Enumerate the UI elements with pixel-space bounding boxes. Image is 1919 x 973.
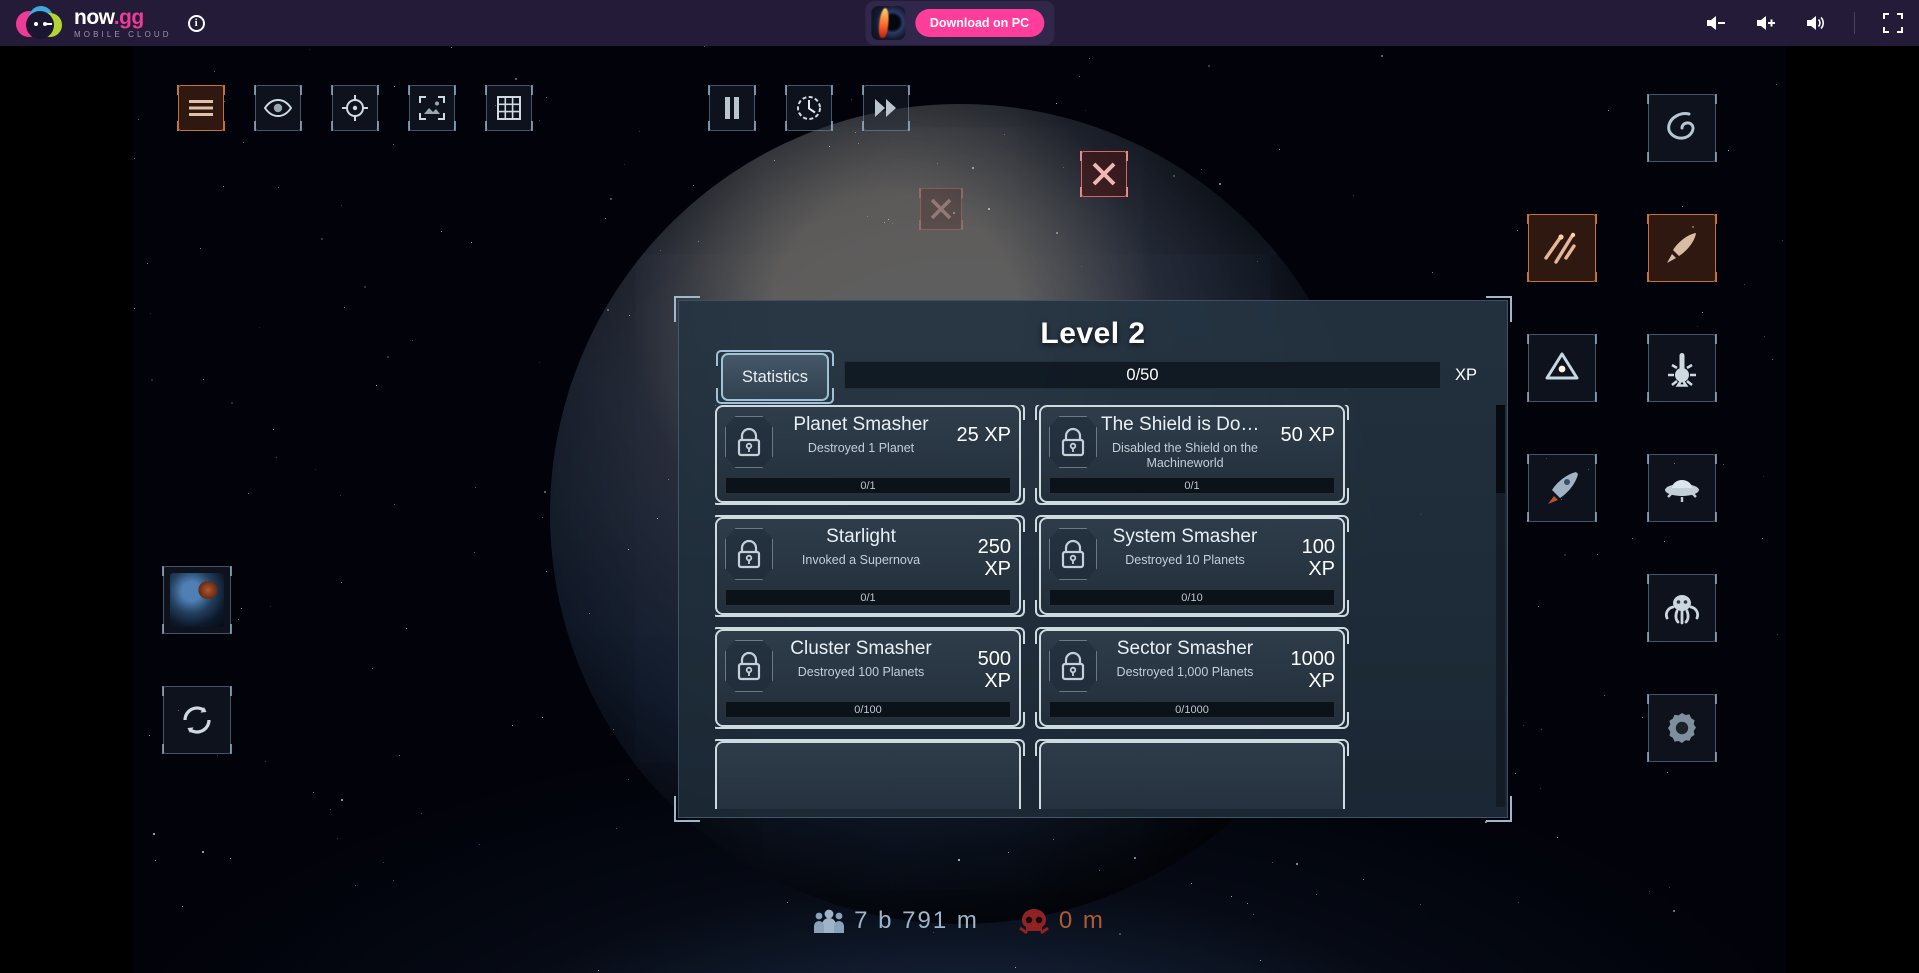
normal-speed-button[interactable] [785, 85, 833, 131]
visibility-button[interactable] [254, 85, 302, 131]
achievement-progress: 0/1 [725, 589, 1011, 606]
restart-button[interactable] [162, 686, 232, 754]
xp-progress-bar: 0/50 [844, 361, 1441, 389]
achievement-card[interactable]: Cluster Smasher Destroyed 100 Planets 500 … [715, 627, 1025, 729]
corner-bracket-bl [674, 796, 700, 822]
page-title: Level 2 [1040, 317, 1146, 350]
achievement-xp: 25 XP [956, 424, 1011, 446]
toolbar-divider [1854, 12, 1855, 34]
achievement-name: The Shield is Down! [1101, 414, 1269, 435]
population-icon [814, 909, 845, 933]
achievement-description: Disabled the Shield on the Machineworld [1112, 440, 1258, 471]
achievement-description: Destroyed 100 Planets [797, 664, 925, 679]
achievement-name: System Smasher [1112, 526, 1258, 547]
achievement-xp: 500 XP [977, 648, 1011, 692]
lock-icon [1049, 528, 1097, 580]
menu-button[interactable] [177, 85, 225, 131]
achievement-xp: 1000 XP [1290, 648, 1336, 692]
deaths-value: 0 m [1058, 907, 1105, 934]
achievement-description: Invoked a Supernova [801, 552, 921, 567]
achievement-progress: 0/100 [725, 701, 1011, 718]
xp-label: XP [1454, 365, 1477, 384]
achievement-card[interactable]: Starlight Invoked a Supernova 250 XP 0/1 [715, 515, 1025, 617]
achievement-name: Cluster Smasher [790, 638, 932, 659]
population-value: 7 b 791 m [854, 907, 979, 934]
close-button[interactable] [1080, 151, 1128, 197]
game-stage: 7 b 791 m 0 m Level 2 Statistics 0/50 XP… [133, 46, 1786, 973]
scrollbar-thumb[interactable] [1496, 405, 1505, 493]
achievement-name: Starlight [826, 526, 896, 547]
rocket-button[interactable] [1527, 454, 1597, 522]
target-button[interactable] [331, 85, 379, 131]
volume-up-icon[interactable] [1754, 12, 1778, 34]
nowgg-logo-mark [16, 6, 72, 40]
settings-button[interactable] [1647, 694, 1717, 762]
achievement-card[interactable]: The Shield is Down! Disabled the Shield o… [1035, 405, 1349, 505]
heat-ray-button[interactable] [1647, 334, 1717, 402]
kraken-button[interactable] [1647, 574, 1717, 642]
lock-icon [725, 640, 773, 692]
ufo-button[interactable] [1647, 454, 1717, 522]
achievement-progress: 0/1 [1049, 477, 1335, 494]
achievement-name: Sector Smasher [1116, 638, 1254, 659]
achievement-card[interactable]: Sector Smasher Destroyed 1,000 Planets 100… [1035, 627, 1349, 729]
achievement-progress: 0/10 [1049, 589, 1335, 606]
achievement-xp: 100 XP [1301, 536, 1335, 580]
fast-forward-button[interactable] [862, 85, 910, 131]
deaths-stat: 0 m [1018, 907, 1105, 935]
screenshot-button[interactable] [408, 85, 456, 131]
achievement-xp: 50 XP [1280, 424, 1335, 446]
grid-button[interactable] [485, 85, 533, 131]
brand-gg-text: .gg [113, 6, 145, 29]
meteor-shower-button[interactable] [1527, 214, 1597, 282]
tab-statistics[interactable]: Statistics [716, 350, 834, 404]
fullscreen-icon[interactable] [1881, 12, 1905, 34]
planet-thumbnail-button[interactable] [162, 566, 232, 634]
brand-now-text: now [74, 6, 114, 29]
volume-down-icon[interactable] [1704, 12, 1728, 34]
achievement-xp: 250 XP [977, 536, 1011, 580]
achievement-progress: 0/1 [725, 477, 1011, 494]
missile-button[interactable] [1647, 214, 1717, 282]
download-on-pc-banner: Download on PC [864, 1, 1055, 45]
lock-icon [725, 528, 773, 580]
achievements-grid: Planet Smasher Destroyed 1 Planet 25 XP 0/1… [715, 405, 1485, 809]
info-icon[interactable]: i [187, 14, 205, 32]
planet-thumbnail-icon [170, 573, 224, 627]
achievement-card[interactable]: System Smasher Destroyed 10 Planets 100 XP… [1035, 515, 1349, 617]
skull-icon [1018, 909, 1049, 934]
pause-button[interactable] [708, 85, 756, 131]
achievement-card[interactable]: Planet Smasher Destroyed 1 Planet 25 XP 0/1 [715, 405, 1025, 505]
xp-row: 0/50 XP [844, 361, 1477, 389]
achievement-description: Destroyed 1,000 Planets [1116, 664, 1254, 679]
achievement-description: Destroyed 1 Planet [807, 440, 915, 455]
level-dialog: Level 2 Statistics 0/50 XP Planet Smashe… [674, 296, 1512, 822]
achievement-card[interactable] [1035, 739, 1349, 809]
volume-icon[interactable] [1804, 12, 1828, 34]
scrollbar[interactable] [1496, 405, 1505, 807]
achievement-card[interactable] [715, 739, 1025, 809]
close-button-background [919, 188, 963, 230]
download-on-pc-button[interactable]: Download on PC [914, 9, 1045, 37]
achievements-scroll-area[interactable]: Planet Smasher Destroyed 1 Planet 25 XP 0/1… [715, 405, 1485, 809]
lock-icon [1049, 640, 1097, 692]
nowgg-logo: now.gg MOBILE CLOUD [16, 6, 172, 40]
achievement-progress: 0/1000 [1049, 701, 1335, 718]
galaxy-button[interactable] [1647, 94, 1717, 162]
achievement-description: Destroyed 10 Planets [1125, 552, 1245, 567]
lock-icon [1049, 416, 1097, 468]
population-stat: 7 b 791 m [814, 907, 979, 935]
xp-progress-text: 0/50 [1126, 365, 1159, 384]
game-thumbnail-icon [870, 6, 905, 40]
lock-icon [725, 416, 773, 468]
energy-ring-button[interactable] [1527, 334, 1597, 402]
achievement-name: Planet Smasher [793, 414, 929, 435]
status-bar: 7 b 791 m 0 m [133, 907, 1786, 935]
nowgg-top-bar: now.gg MOBILE CLOUD i Download on PC [0, 0, 1919, 46]
brand-subtitle: MOBILE CLOUD [74, 30, 172, 39]
